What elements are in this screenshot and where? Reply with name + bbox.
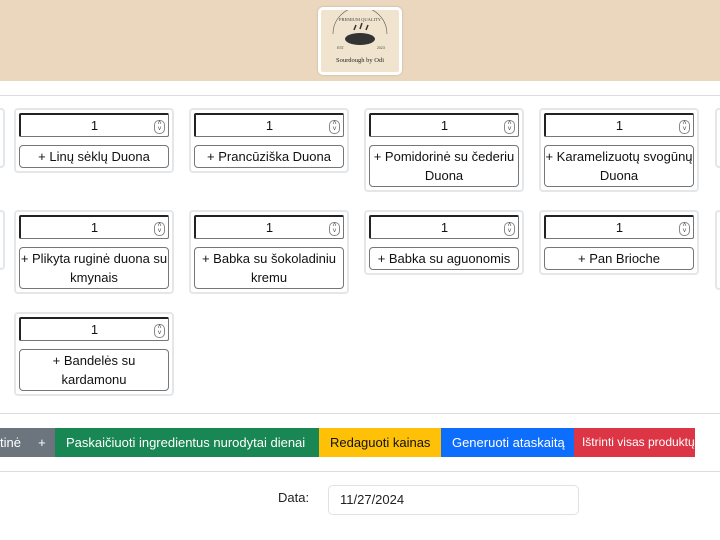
action-button[interactable]: Generuoti ataskaitą [440,428,574,457]
spinner-icon[interactable]: ˄ ˅ [329,120,340,134]
product-card: 1 ˄ ˅ + Pan Brioche [539,210,699,275]
spinner-icon[interactable]: ˄ ˅ [679,120,690,134]
product-card: 1 ˄ ˅ + Pomidorinė su čederiu Duona [364,108,524,192]
add-product-button[interactable]: + Pomidorinė su čederiu Duona [369,145,519,187]
action-button[interactable]: Paskaičiuoti ingredientus nurodytai dien… [54,428,319,457]
add-product-button[interactable]: + Babka su šokoladiniu kremu [194,247,344,289]
add-product-button[interactable]: + Pan Brioche [544,247,694,270]
add-product-button[interactable]: + Plikyta ruginė duona su kmynais [19,247,169,289]
quantity-input[interactable]: 1 ˄ ˅ [369,113,519,137]
svg-text:Sourdough by Odi: Sourdough by Odi [336,57,384,64]
product-card-partial [715,108,720,168]
spinner-icon[interactable]: ˄ ˅ [154,324,165,338]
add-product-button[interactable]: + Prancūziška Duona [194,145,344,168]
quantity-input[interactable]: 1 ˄ ˅ [544,215,694,239]
quantity-input[interactable]: 1 ˄ ˅ [194,113,344,137]
quantity-value: 1 [440,118,449,133]
quantity-input[interactable]: 1 ˄ ˅ [19,317,169,341]
header: PREMIUM QUALITY EST. 2023 Sourdough by O… [0,0,720,81]
product-card: 1 ˄ ˅ + Karamelizuotų svogūnų Duona [539,108,699,192]
product-card-partial [0,210,5,270]
product-card: 1 ˄ ˅ + Bandelės su kardamonu [14,312,174,396]
product-card-partial [0,108,5,168]
add-product-button[interactable]: + Babka su aguonomis [369,247,519,270]
add-product-button[interactable]: + Karamelizuotų svogūnų Duona [544,145,694,187]
action-button[interactable]: Ištrinti visas produktų [573,428,695,457]
svg-text:EST.: EST. [337,46,345,50]
product-card-partial [715,210,720,290]
spinner-icon[interactable]: ˄ ˅ [154,120,165,134]
svg-text:PREMIUM QUALITY: PREMIUM QUALITY [339,17,382,22]
logo: PREMIUM QUALITY EST. 2023 Sourdough by O… [318,7,402,75]
spinner-icon[interactable]: ˄ ˅ [504,120,515,134]
quantity-input[interactable]: 1 ˄ ˅ [19,215,169,239]
quantity-input[interactable]: 1 ˄ ˅ [369,215,519,239]
quantity-input[interactable]: 1 ˄ ˅ [544,113,694,137]
quantity-value: 1 [90,322,99,337]
divider [0,471,720,472]
divider [0,95,720,96]
divider [0,413,720,414]
date-label: Data: [278,490,310,505]
spinner-icon[interactable]: ˄ ˅ [154,222,165,236]
date-input[interactable]: 11/27/2024 [328,485,579,515]
quantity-input[interactable]: 1 ˄ ˅ [19,113,169,137]
quantity-value: 1 [440,220,449,235]
quantity-value: 1 [90,118,99,133]
add-product-button[interactable]: + Linų sėklų Duona [19,145,169,168]
action-bar: tinė + Paskaičiuoti ingredientus nurodytai… [0,428,695,457]
quantity-input[interactable]: 1 ˄ ˅ [194,215,344,239]
spinner-icon[interactable]: ˄ ˅ [504,222,515,236]
quantity-value: 1 [615,220,624,235]
svg-text:2023: 2023 [377,46,385,50]
add-product-button[interactable]: + Bandelės su kardamonu [19,349,169,391]
quantity-value: 1 [615,118,624,133]
action-button[interactable]: + [28,428,55,457]
spinner-icon[interactable]: ˄ ˅ [329,222,340,236]
product-card: 1 ˄ ˅ + Prancūziška Duona [189,108,349,173]
product-card: 1 ˄ ˅ + Plikyta ruginė duona su kmynais [14,210,174,294]
product-card: 1 ˄ ˅ + Babka su aguonomis [364,210,524,275]
product-card: 1 ˄ ˅ + Babka su šokoladiniu kremu [189,210,349,294]
quantity-value: 1 [90,220,99,235]
product-card: 1 ˄ ˅ + Linų sėklų Duona [14,108,174,173]
quantity-value: 1 [265,118,274,133]
action-button[interactable]: Redaguoti kainas [318,428,441,457]
spinner-icon[interactable]: ˄ ˅ [679,222,690,236]
quantity-value: 1 [265,220,274,235]
action-button[interactable]: tinė [0,428,29,457]
